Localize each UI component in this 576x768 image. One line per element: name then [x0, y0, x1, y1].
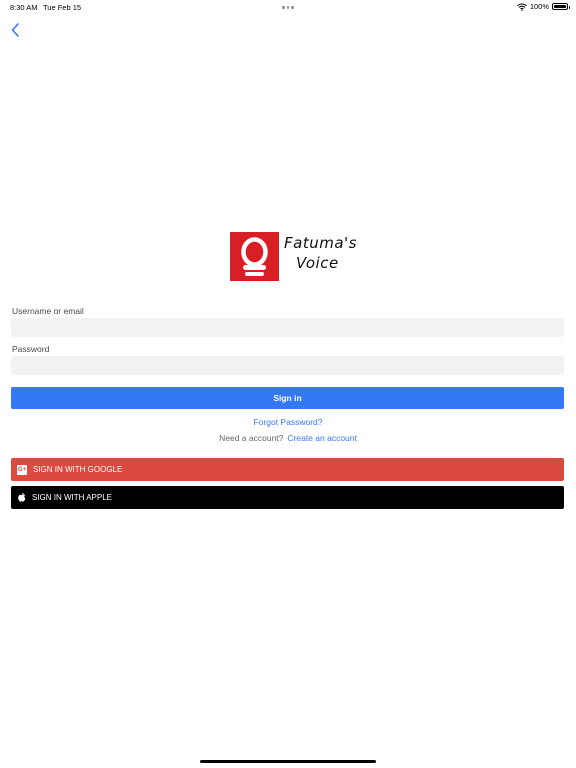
username-label: Username or email: [12, 306, 84, 316]
create-account-row: Need a account? Create an account: [0, 433, 576, 443]
multitasking-dots-icon[interactable]: [282, 6, 294, 9]
status-right: 100%: [516, 2, 570, 11]
logo-mark: [230, 232, 279, 281]
need-account-text: Need a account?: [219, 433, 284, 443]
create-account-link[interactable]: Create an account: [287, 433, 356, 443]
logo-line-1: Fatuma's: [284, 234, 357, 252]
logo-line-2: Voice: [296, 254, 339, 272]
google-sign-in-button[interactable]: G+ SIGN IN WITH GOOGLE: [11, 458, 564, 481]
back-button[interactable]: [8, 20, 26, 40]
app-logo: Fatuma's Voice: [230, 231, 356, 283]
status-bar: 8:30 AM Tue Feb 15 100%: [0, 0, 576, 14]
apple-icon: [18, 492, 26, 502]
home-indicator[interactable]: [200, 760, 376, 763]
google-plus-icon: G+: [17, 464, 27, 475]
battery-icon: [552, 3, 570, 10]
password-input[interactable]: [11, 356, 564, 375]
sign-in-button[interactable]: Sign in: [11, 387, 564, 409]
wifi-icon: [516, 3, 527, 11]
password-label: Password: [12, 344, 50, 354]
username-input[interactable]: [11, 318, 564, 337]
status-time: 8:30 AM: [10, 3, 38, 12]
chevron-left-icon: [11, 23, 19, 37]
apple-sign-in-label: SIGN IN WITH APPLE: [32, 493, 113, 502]
google-sign-in-label: SIGN IN WITH GOOGLE: [33, 465, 123, 474]
logo-text: Fatuma's Voice: [284, 233, 357, 273]
apple-sign-in-button[interactable]: SIGN IN WITH APPLE: [11, 486, 564, 509]
forgot-password-link[interactable]: Forgot Password?: [0, 417, 576, 427]
status-date: Tue Feb 15: [43, 3, 82, 12]
battery-percent: 100%: [529, 2, 549, 11]
login-screen: 8:30 AM Tue Feb 15 100% Fatuma's Voice U…: [0, 0, 576, 768]
